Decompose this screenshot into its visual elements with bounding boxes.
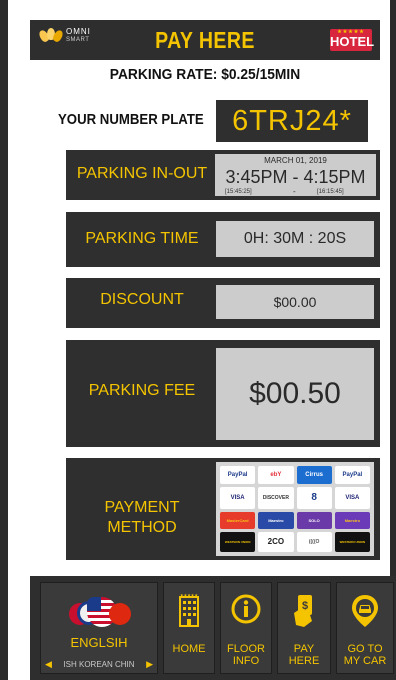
discover-card[interactable]: DISCOVER: [258, 486, 294, 509]
parking-inout-value: MARCH 01, 2019 3:45PM - 4:15PM [15:45:25…: [215, 154, 376, 196]
time-separator: -: [293, 187, 296, 196]
parking-fee-label: PARKING FEE: [88, 382, 196, 399]
parking-time-row: PARKING TIME 0H: 30M : 20S: [66, 212, 380, 267]
time-out-seconds: [16:15:45]: [317, 189, 344, 195]
stars-icon: ★★★★★: [337, 29, 365, 35]
parking-rate: PARKING RATE: $0.25/15MIN: [109, 66, 301, 83]
payment-method-label: PAYMENT METHOD: [72, 498, 212, 538]
nav-floor-info-button[interactable]: FLOOR INFO: [220, 582, 272, 674]
paypal-card-2[interactable]: PayPal: [334, 466, 370, 484]
car-location-icon: [352, 595, 378, 627]
kiosk-frame: OMNI SMART PAY HERE ★★★★★ HOTEL PARKING …: [0, 0, 396, 680]
parking-time-value: 0H: 30M : 20S: [216, 221, 374, 257]
building-icon: ★★★★★: [179, 593, 199, 627]
nav-floor-label: FLOOR INFO: [221, 643, 271, 667]
payment-label-line1: PAYMENT: [104, 499, 180, 516]
hotel-badge-label: HOTEL: [330, 34, 375, 49]
plate-label: YOUR NUMBER PLATE: [58, 111, 204, 128]
nav-car-line1: GO TO: [347, 643, 383, 655]
language-selector[interactable]: ENGLSIH ◀ ISH KOREAN CHIN ▶: [40, 582, 158, 674]
maestro-card-2[interactable]: Maestro: [334, 512, 370, 529]
nav-pay-label: PAY HERE: [278, 643, 330, 667]
pay-hand-icon: $: [294, 595, 312, 627]
parking-times: 3:45PM - 4:15PM: [225, 167, 366, 187]
contactless-card[interactable]: ((((O: [296, 531, 332, 552]
cirrus-card[interactable]: Cirrus: [296, 466, 332, 484]
parking-time-label: PARKING TIME: [85, 230, 199, 247]
flags-icon: [69, 597, 133, 629]
nav-car-label: GO TO MY CAR: [337, 643, 393, 667]
parking-date: MARCH 01, 2019: [264, 156, 327, 165]
western-union-card[interactable]: WESTERN UNION: [220, 531, 256, 552]
language-options: ISH KOREAN CHIN: [63, 659, 135, 669]
payment-cards: PayPal ebY Cirrus PayPal VISA DISCOVER 8…: [216, 462, 374, 556]
caret-right-icon[interactable]: ▶: [146, 659, 153, 670]
bottom-nav: ENGLSIH ◀ ISH KOREAN CHIN ▶ ★★★★★ HOME F…: [30, 576, 396, 680]
language-label: ENGLSIH: [70, 635, 128, 650]
ebay-card[interactable]: ebY: [258, 466, 294, 484]
western-union-card-2[interactable]: WESTERN UNION: [334, 531, 370, 552]
nav-car-line2: MY CAR: [343, 655, 387, 667]
paypal-card[interactable]: PayPal: [220, 466, 256, 484]
payment-method-row: PAYMENT METHOD PayPal ebY Cirrus PayPal …: [66, 458, 380, 560]
plate-value: 6TRJ24*: [216, 100, 368, 142]
svg-text:$: $: [302, 600, 308, 612]
nav-pay-here-button[interactable]: $ PAY HERE: [277, 582, 331, 674]
2co-card[interactable]: 2CO: [258, 531, 294, 552]
nav-pay-line1: PAY: [293, 643, 315, 655]
nav-floor-line2: INFO: [232, 655, 260, 667]
nav-pay-line2: HERE: [288, 655, 320, 667]
payment-label-line2: METHOD: [107, 519, 177, 536]
page-title: PAY HERE: [155, 27, 255, 53]
nav-home-label: HOME: [172, 643, 206, 655]
header-bar: OMNI SMART PAY HERE ★★★★★ HOTEL: [30, 20, 380, 60]
info-icon: [231, 594, 261, 624]
discount-label: DISCOUNT: [100, 291, 184, 308]
hotel-badge: ★★★★★ HOTEL: [330, 29, 375, 51]
caret-left-icon[interactable]: ◀: [45, 659, 52, 670]
svg-text:★★★★★: ★★★★★: [180, 593, 198, 598]
mastercard-card[interactable]: MasterCard: [220, 512, 256, 529]
card-8[interactable]: 8: [296, 486, 332, 509]
parking-fee-row: PARKING FEE $00.50: [66, 340, 380, 447]
solo-card[interactable]: SOLO: [296, 512, 332, 529]
nav-go-to-car-button[interactable]: GO TO MY CAR: [336, 582, 394, 674]
nav-floor-line1: FLOOR: [227, 643, 265, 655]
parking-fee-value: $00.50: [216, 348, 374, 440]
parking-inout-label: PARKING IN-OUT: [76, 165, 208, 182]
visa-card-2[interactable]: VISA: [334, 486, 370, 509]
discount-row: DISCOUNT $00.00: [66, 278, 380, 328]
discount-value: $00.00: [216, 285, 374, 319]
parking-inout-row: PARKING IN-OUT MARCH 01, 2019 3:45PM - 4…: [66, 150, 380, 200]
nav-home-button[interactable]: ★★★★★ HOME: [163, 582, 215, 674]
maestro-card[interactable]: Maestro: [258, 512, 294, 529]
visa-card[interactable]: VISA: [220, 486, 256, 509]
time-in-seconds: [15:45:25]: [225, 189, 252, 195]
language-scroller: ◀ ISH KOREAN CHIN ▶: [45, 657, 153, 671]
